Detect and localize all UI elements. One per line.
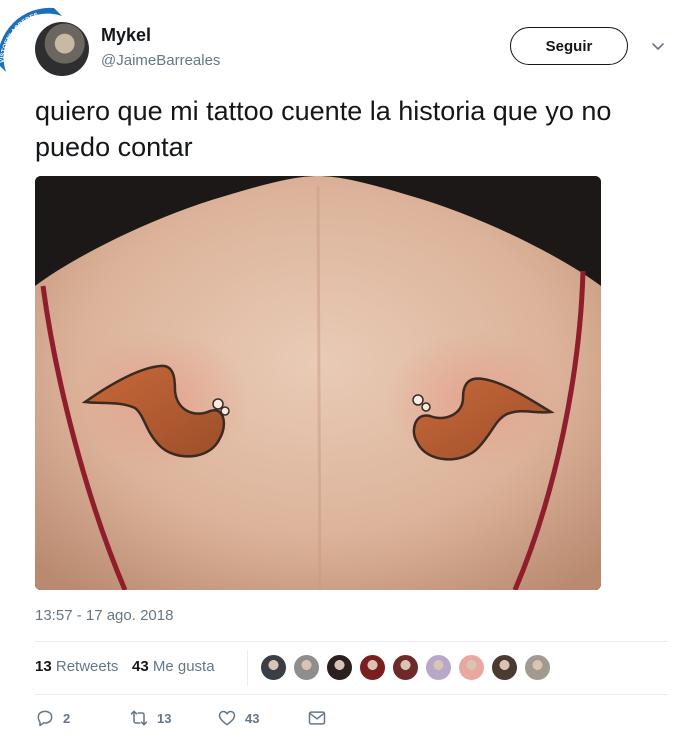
- liker-avatar[interactable]: [524, 654, 551, 681]
- retweets-label: Retweets: [55, 658, 119, 675]
- retweets-stat[interactable]: 13 Retweets: [35, 658, 118, 675]
- user-name[interactable]: Mykel: [101, 25, 151, 46]
- divider: [35, 694, 668, 695]
- tweet-actions: 2 13 43: [35, 708, 668, 732]
- user-handle[interactable]: @JaimeBarreales: [101, 52, 220, 69]
- tweet-text: quiero que mi tattoo cuente la historia …: [35, 96, 612, 162]
- heart-icon: [218, 710, 236, 726]
- liker-avatar[interactable]: [293, 654, 320, 681]
- watermark-text: VISTOENLASREDES: [0, 12, 39, 64]
- liker-avatar[interactable]: [326, 654, 353, 681]
- liker-avatar[interactable]: [392, 654, 419, 681]
- tweet-card: VISTOENLASREDES .com Mykel @JaimeBarreal…: [0, 0, 700, 744]
- envelope-icon: [308, 711, 326, 725]
- stats-separator: [247, 650, 248, 686]
- like-action[interactable]: 43: [217, 708, 259, 728]
- liker-avatar[interactable]: [425, 654, 452, 681]
- reply-action[interactable]: 2: [35, 708, 70, 728]
- liker-avatar[interactable]: [491, 654, 518, 681]
- likes-label: Me gusta: [152, 658, 215, 675]
- tattoo-back-image: [35, 176, 601, 590]
- reply-icon: [37, 710, 53, 727]
- liker-avatar[interactable]: [458, 654, 485, 681]
- chevron-down-icon[interactable]: [650, 38, 666, 54]
- follow-button[interactable]: Seguir: [510, 27, 628, 65]
- retweets-count: 13: [35, 658, 52, 675]
- tweet-photo[interactable]: [35, 176, 601, 590]
- tweet-timestamp[interactable]: 13:57 - 17 ago. 2018: [35, 607, 173, 624]
- likes-stat[interactable]: 43 Me gusta: [132, 658, 215, 675]
- divider: [35, 641, 668, 642]
- direct-message-action[interactable]: [307, 708, 327, 728]
- reply-count: 2: [63, 710, 71, 726]
- retweet-count: 13: [157, 710, 172, 726]
- retweet-icon: [130, 710, 148, 726]
- likes-count: 43: [132, 658, 149, 675]
- liker-avatar[interactable]: [359, 654, 386, 681]
- user-avatar[interactable]: [35, 22, 89, 76]
- like-count: 43: [245, 710, 260, 726]
- liker-avatar[interactable]: [260, 654, 287, 681]
- engagement-stats: 13 Retweets 43 Me gusta: [35, 650, 668, 686]
- retweet-action[interactable]: 13: [129, 708, 171, 728]
- tweet-header: Mykel @JaimeBarreales Seguir: [35, 22, 675, 78]
- svg-text:VISTOENLASREDES: VISTOENLASREDES: [0, 12, 39, 64]
